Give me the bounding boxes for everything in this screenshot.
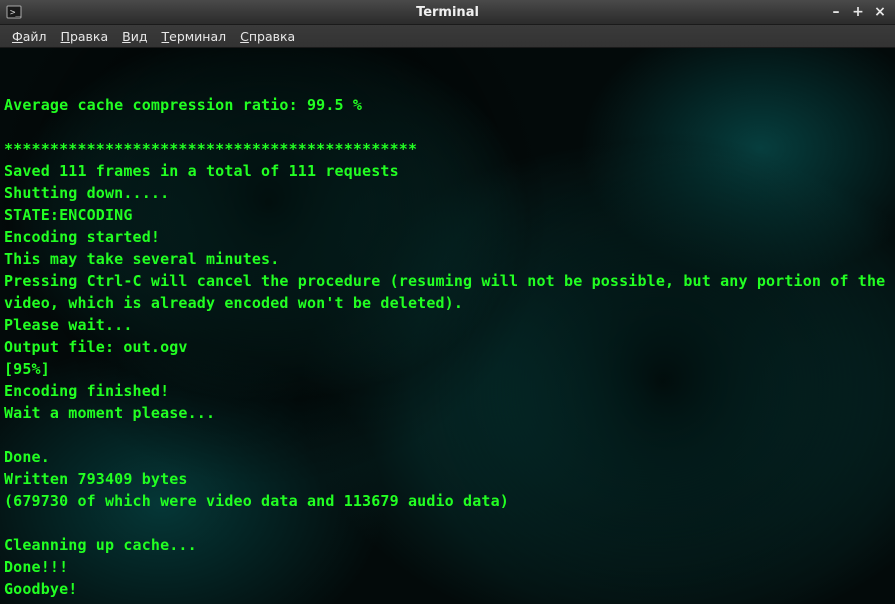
terminal-line: (679730 of which were video data and 113… xyxy=(4,490,891,512)
terminal-line: This may take several minutes. xyxy=(4,248,891,270)
terminal-line: Wait a moment please... xyxy=(4,402,891,424)
terminal-line: Written 793409 bytes xyxy=(4,468,891,490)
titlebar[interactable]: >_ Terminal – + × xyxy=(0,0,895,25)
menu-file[interactable]: Файл xyxy=(6,27,53,46)
close-button[interactable]: × xyxy=(873,5,887,19)
terminal-line: Encoding started! xyxy=(4,226,891,248)
terminal-window: >_ Terminal – + × Файл Правка Вид Термин… xyxy=(0,0,895,604)
window-title: Terminal xyxy=(0,5,895,20)
maximize-button[interactable]: + xyxy=(851,5,865,19)
menu-terminal[interactable]: Терминал xyxy=(155,27,232,46)
terminal-app-icon: >_ xyxy=(6,4,22,20)
terminal-line xyxy=(4,116,891,138)
menubar: Файл Правка Вид Терминал Справка xyxy=(0,25,895,48)
terminal-line: ****************************************… xyxy=(4,138,891,160)
terminal-line: STATE:ENCODING xyxy=(4,204,891,226)
terminal-line: Output file: out.ogv xyxy=(4,336,891,358)
terminal-line: Saved 111 frames in a total of 111 reque… xyxy=(4,160,891,182)
terminal-line: Average cache compression ratio: 99.5 % xyxy=(4,94,891,116)
terminal-lines: Average cache compression ratio: 99.5 % … xyxy=(4,94,891,600)
terminal-line: Cleanning up cache... xyxy=(4,534,891,556)
minimize-button[interactable]: – xyxy=(829,5,843,19)
menu-edit[interactable]: Правка xyxy=(55,27,115,46)
terminal-output[interactable]: Average cache compression ratio: 99.5 % … xyxy=(0,48,895,604)
terminal-line: Done. xyxy=(4,446,891,468)
menu-help[interactable]: Справка xyxy=(234,27,301,46)
menu-view[interactable]: Вид xyxy=(116,27,153,46)
terminal-viewport[interactable]: Average cache compression ratio: 99.5 % … xyxy=(0,48,895,604)
terminal-line xyxy=(4,512,891,534)
terminal-line: Goodbye! xyxy=(4,578,891,600)
terminal-line: Please wait... xyxy=(4,314,891,336)
terminal-line xyxy=(4,424,891,446)
terminal-line: [95%] xyxy=(4,358,891,380)
terminal-line: Encoding finished! xyxy=(4,380,891,402)
terminal-line: Shutting down..... xyxy=(4,182,891,204)
svg-text:>_: >_ xyxy=(10,8,21,18)
window-controls: – + × xyxy=(829,5,895,19)
terminal-line: Done!!! xyxy=(4,556,891,578)
terminal-line: Pressing Ctrl-C will cancel the procedur… xyxy=(4,270,891,314)
